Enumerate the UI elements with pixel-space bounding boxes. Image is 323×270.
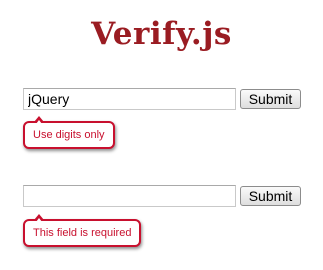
error-tooltip-2: This field is required	[23, 214, 142, 247]
error-tooltip-1: Use digits only	[23, 116, 115, 149]
tooltip-arrow-inner	[36, 120, 42, 124]
error-message-2: This field is required	[33, 227, 132, 239]
required-input[interactable]	[23, 185, 236, 207]
page-title: Verify.js	[91, 16, 232, 52]
tooltip-arrow-inner	[36, 218, 42, 222]
error-message-1: Use digits only	[33, 129, 105, 141]
digits-input[interactable]	[23, 88, 236, 110]
submit-button-1[interactable]: Submit	[240, 89, 301, 109]
submit-button-2[interactable]: Submit	[240, 186, 301, 206]
